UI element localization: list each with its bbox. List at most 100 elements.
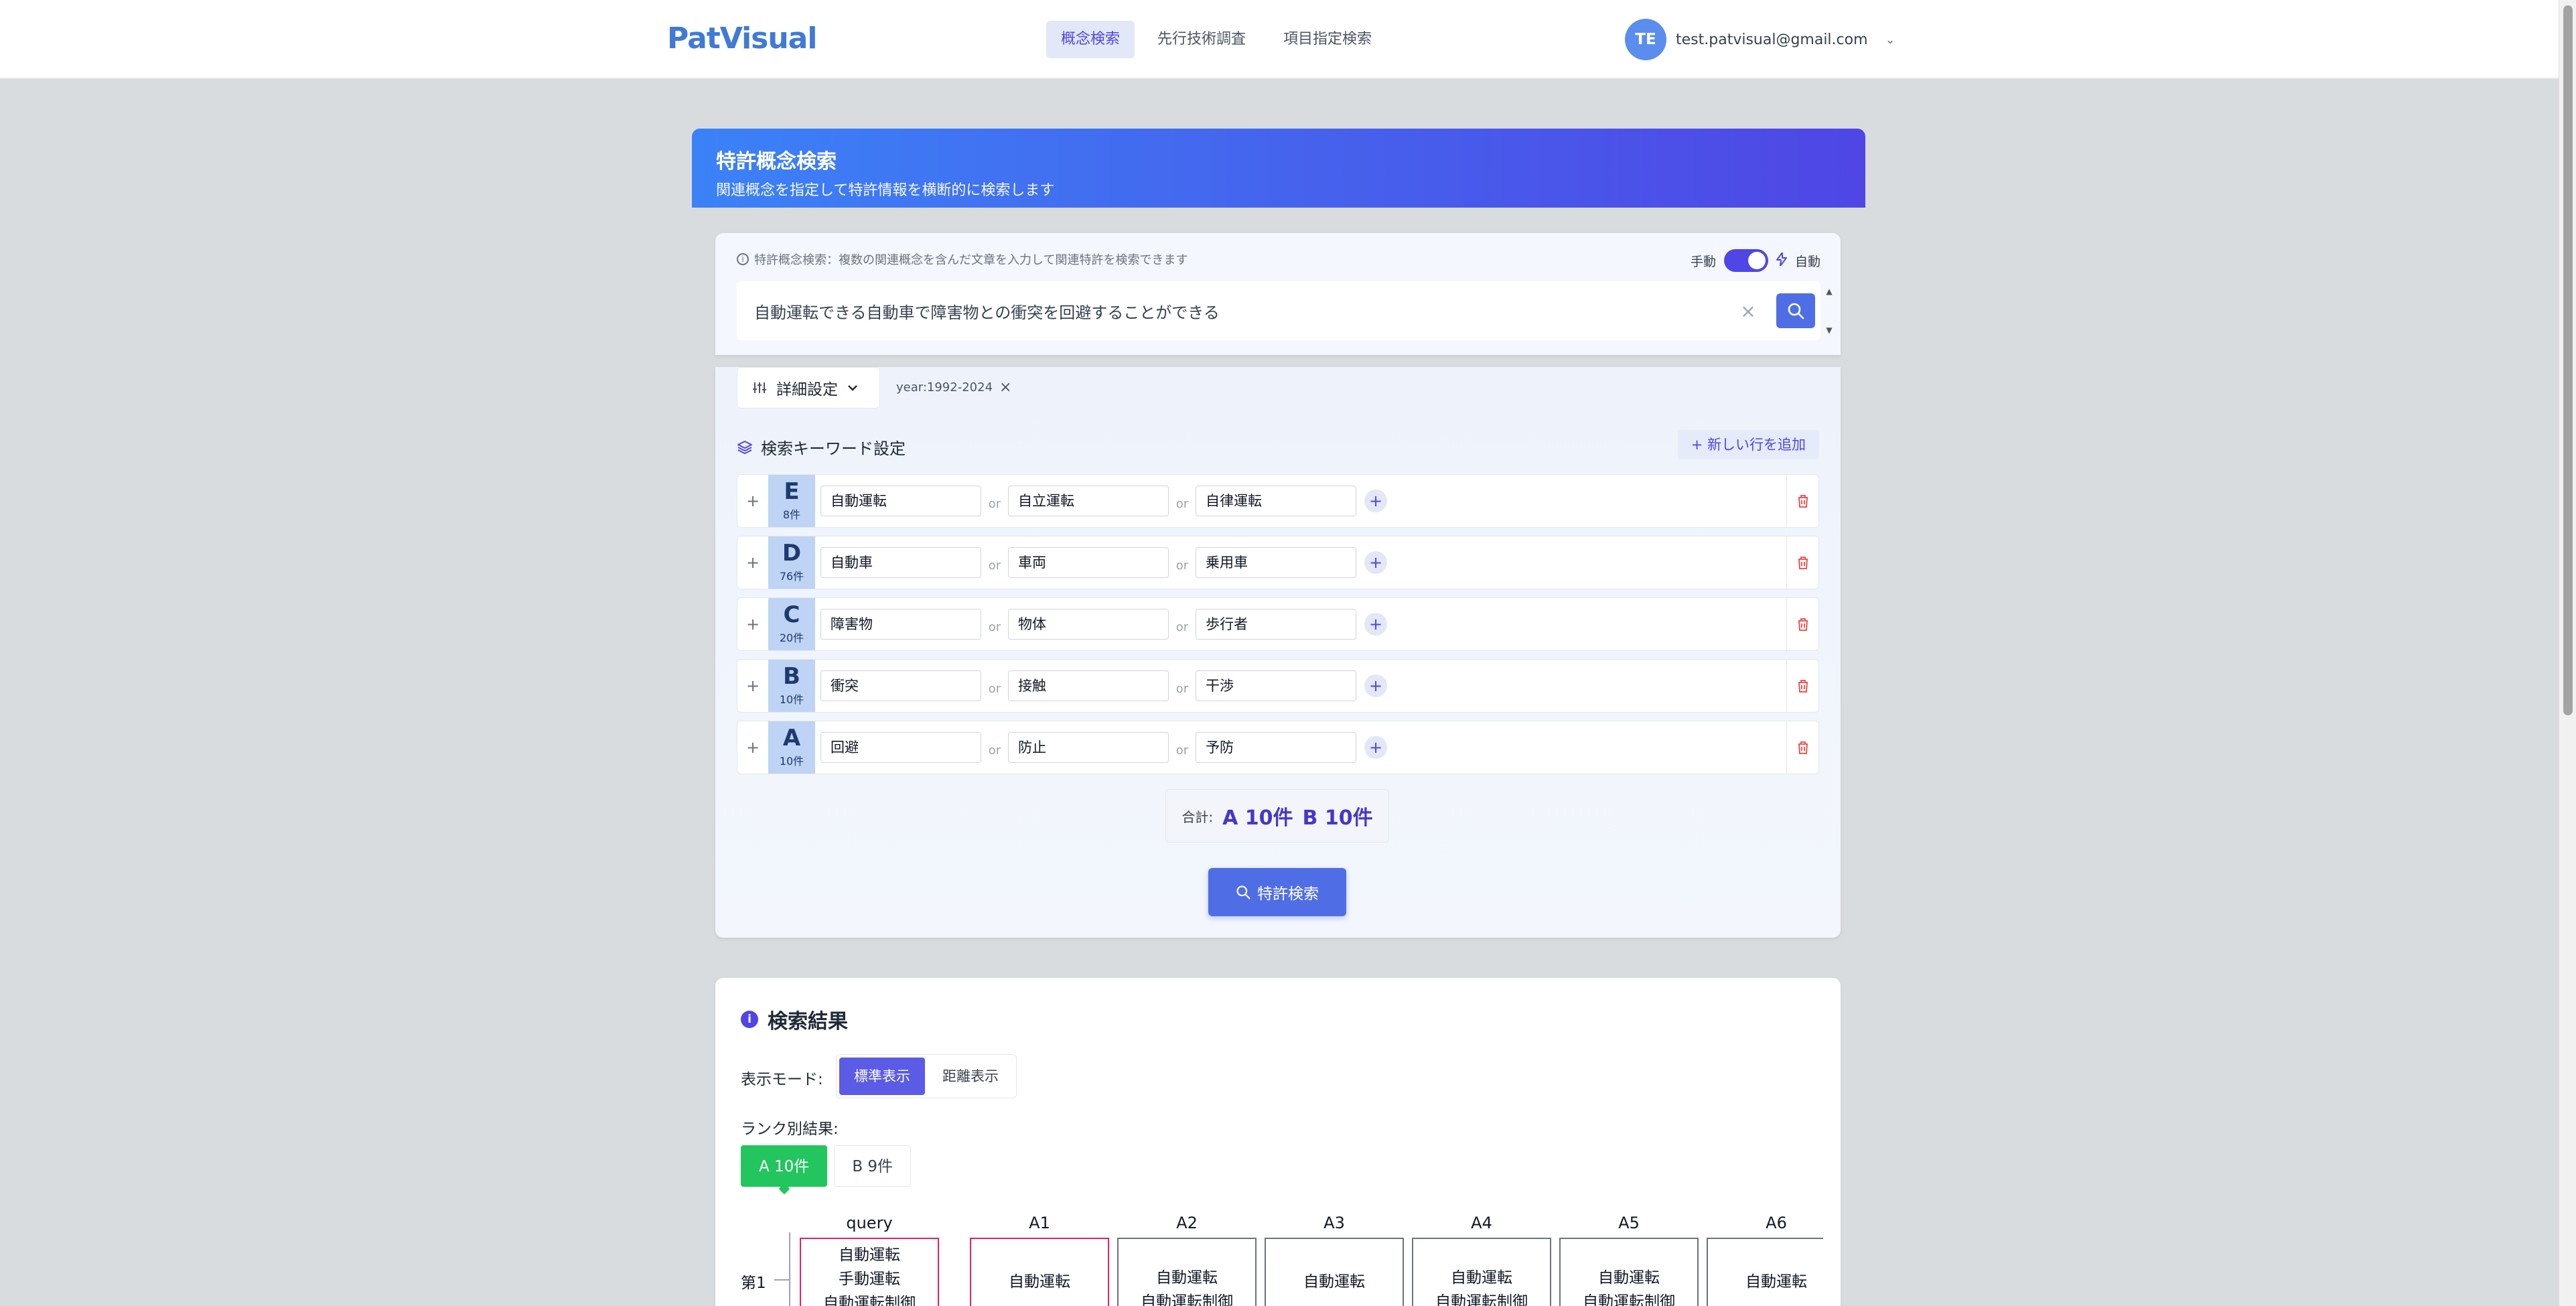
user-menu[interactable]: TE test.patvisual@gmail.com ⌄: [1625, 19, 1895, 60]
rank-tab-a[interactable]: A 10件: [741, 1145, 828, 1187]
row-letter: A: [782, 725, 801, 751]
result-cell[interactable]: 自動運転: [1707, 1238, 1823, 1306]
cell-line: 自動運転: [1009, 1273, 1070, 1291]
or-label: or: [988, 681, 1001, 696]
row-count: 8件: [782, 508, 801, 521]
avatar[interactable]: TE: [1625, 19, 1666, 60]
rank-tab-b[interactable]: B 9件: [834, 1145, 912, 1187]
keyword-input[interactable]: 乗用車: [1196, 547, 1356, 578]
clear-icon[interactable]: ×: [1735, 300, 1762, 322]
cell-line: 自動運転: [839, 1246, 900, 1264]
expand-row-icon[interactable]: +: [737, 676, 768, 695]
rank-results-label: ランク別結果:: [741, 1120, 839, 1138]
textarea-resize-spinner[interactable]: ▲ ▼: [1824, 287, 1834, 335]
rank-axis-tick: [774, 1279, 789, 1281]
patent-search-button[interactable]: 特許検索: [1208, 868, 1346, 916]
search-hint: i 特許概念検索：複数の関連概念を含んだ文章を入力して関連特許を検索できます: [737, 250, 1188, 268]
expand-row-icon[interactable]: +: [737, 492, 768, 510]
trash-icon: [1798, 557, 1808, 569]
mode-toggle-group: 手動 自動: [1691, 249, 1820, 272]
add-term-button[interactable]: +: [1364, 490, 1387, 512]
page-subtitle: 関連概念を指定して特許情報を横断的に検索します: [716, 182, 1055, 199]
nav-field-search[interactable]: 項目指定検索: [1269, 21, 1386, 58]
info-icon: i: [737, 253, 749, 265]
detail-settings-button[interactable]: 詳細設定: [737, 367, 880, 409]
cell-line: 自動運転: [1303, 1273, 1365, 1291]
cell-line: 自動運転: [1745, 1273, 1807, 1291]
add-term-button[interactable]: +: [1364, 613, 1387, 636]
search-icon: [1236, 885, 1250, 899]
add-term-button[interactable]: +: [1364, 551, 1387, 574]
keyword-input[interactable]: 予防: [1196, 732, 1356, 763]
keyword-row-c: + C 20件 障害物 or 物体 or 歩行者 +: [737, 597, 1819, 651]
delete-row-button[interactable]: [1786, 475, 1818, 527]
column-header: query: [846, 1214, 893, 1232]
app-logo[interactable]: PatVisual: [667, 21, 817, 56]
page-scrollbar[interactable]: [2559, 0, 2576, 1306]
rank-tabs: A 10件 B 9件: [741, 1145, 912, 1187]
scrollbar-thumb[interactable]: [2563, 5, 2573, 715]
search-button[interactable]: [1776, 293, 1815, 328]
or-label: or: [1175, 743, 1189, 757]
auto-mode-toggle[interactable]: [1723, 249, 1768, 272]
keyword-input[interactable]: 自動車: [820, 547, 981, 578]
keyword-input[interactable]: 干渉: [1196, 670, 1356, 701]
delete-row-button[interactable]: [1786, 598, 1818, 650]
keyword-input[interactable]: 接触: [1008, 670, 1169, 701]
keyword-input[interactable]: 障害物: [820, 609, 981, 640]
page-banner: 特許概念検索 関連概念を指定して特許情報を横断的に検索します: [692, 129, 1865, 208]
nav-prior-art-search[interactable]: 先行技術調査: [1143, 21, 1261, 58]
or-label: or: [1175, 558, 1189, 573]
delete-row-button[interactable]: [1786, 660, 1818, 712]
keyword-input[interactable]: 自立運転: [1008, 486, 1169, 516]
patent-search-label: 特許検索: [1257, 885, 1319, 903]
query-cell[interactable]: 自動運転 手動運転 自動運転制御: [800, 1238, 939, 1306]
keyword-input[interactable]: 衝突: [820, 670, 981, 701]
delete-row-button[interactable]: [1786, 536, 1818, 589]
arrow-down-icon[interactable]: ▼: [1826, 325, 1832, 335]
row-letter: B: [783, 663, 800, 690]
result-cell[interactable]: 自動運転 自動運転制御: [1412, 1238, 1551, 1306]
keyword-row-d: + D 76件 自動車 or 車両 or 乗用車 +: [737, 536, 1819, 589]
row-letter-badge: D 76件: [768, 536, 815, 589]
keyword-input[interactable]: 車両: [1008, 547, 1169, 578]
total-label: 合計:: [1182, 808, 1214, 825]
trash-icon: [1798, 680, 1808, 693]
result-cell[interactable]: 自動運転: [970, 1238, 1109, 1306]
chevron-down-icon[interactable]: ⌄: [1885, 33, 1895, 47]
expand-row-icon[interactable]: +: [737, 615, 768, 634]
result-cell[interactable]: 自動運転 自動運転制御: [1117, 1238, 1257, 1306]
add-term-button[interactable]: +: [1364, 674, 1387, 697]
cell-line: 自動運転制御: [1435, 1293, 1528, 1306]
keyword-input[interactable]: 回避: [820, 732, 981, 763]
keyword-row-b: + B 10件 衝突 or 接触 or 干渉 +: [737, 659, 1819, 713]
search-input[interactable]: 自動運転できる自動車で障害物との衝突を回避することができる × ▲ ▼: [737, 281, 1833, 340]
keyword-title-label: 検索キーワード設定: [761, 439, 906, 458]
mode-manual-label: 手動: [1690, 254, 1716, 269]
expand-row-icon[interactable]: +: [737, 738, 768, 757]
delete-row-button[interactable]: [1786, 721, 1818, 774]
keyword-input[interactable]: 防止: [1008, 732, 1169, 763]
row-letter: C: [783, 601, 800, 628]
keyword-input[interactable]: 歩行者: [1196, 609, 1356, 640]
search-query-text[interactable]: 自動運転できる自動車で障害物との衝突を回避することができる: [754, 299, 1735, 323]
distance-view-button[interactable]: 距離表示: [928, 1058, 1013, 1095]
column-header: A2: [1176, 1214, 1198, 1232]
row-letter-badge: E 8件: [768, 475, 815, 527]
filter-tag-label: year:1992-2024: [896, 380, 993, 394]
chevron-down-icon: [848, 385, 857, 391]
keyword-input[interactable]: 物体: [1008, 609, 1169, 640]
sliders-icon: [753, 382, 766, 393]
add-term-button[interactable]: +: [1364, 736, 1387, 759]
expand-row-icon[interactable]: +: [737, 553, 768, 572]
cell-line: 自動運転: [1156, 1269, 1218, 1287]
keyword-input[interactable]: 自律運転: [1196, 486, 1356, 516]
result-cell[interactable]: 自動運転: [1265, 1238, 1404, 1306]
keyword-input[interactable]: 自動運転: [820, 486, 981, 516]
result-cell[interactable]: 自動運転 自動運転制御: [1559, 1238, 1699, 1306]
arrow-up-icon[interactable]: ▲: [1826, 287, 1832, 296]
add-row-button[interactable]: + 新しい行を追加: [1677, 430, 1819, 459]
standard-view-button[interactable]: 標準表示: [839, 1058, 925, 1095]
close-icon[interactable]: ×: [999, 379, 1011, 396]
nav-concept-search[interactable]: 概念検索: [1046, 21, 1135, 58]
